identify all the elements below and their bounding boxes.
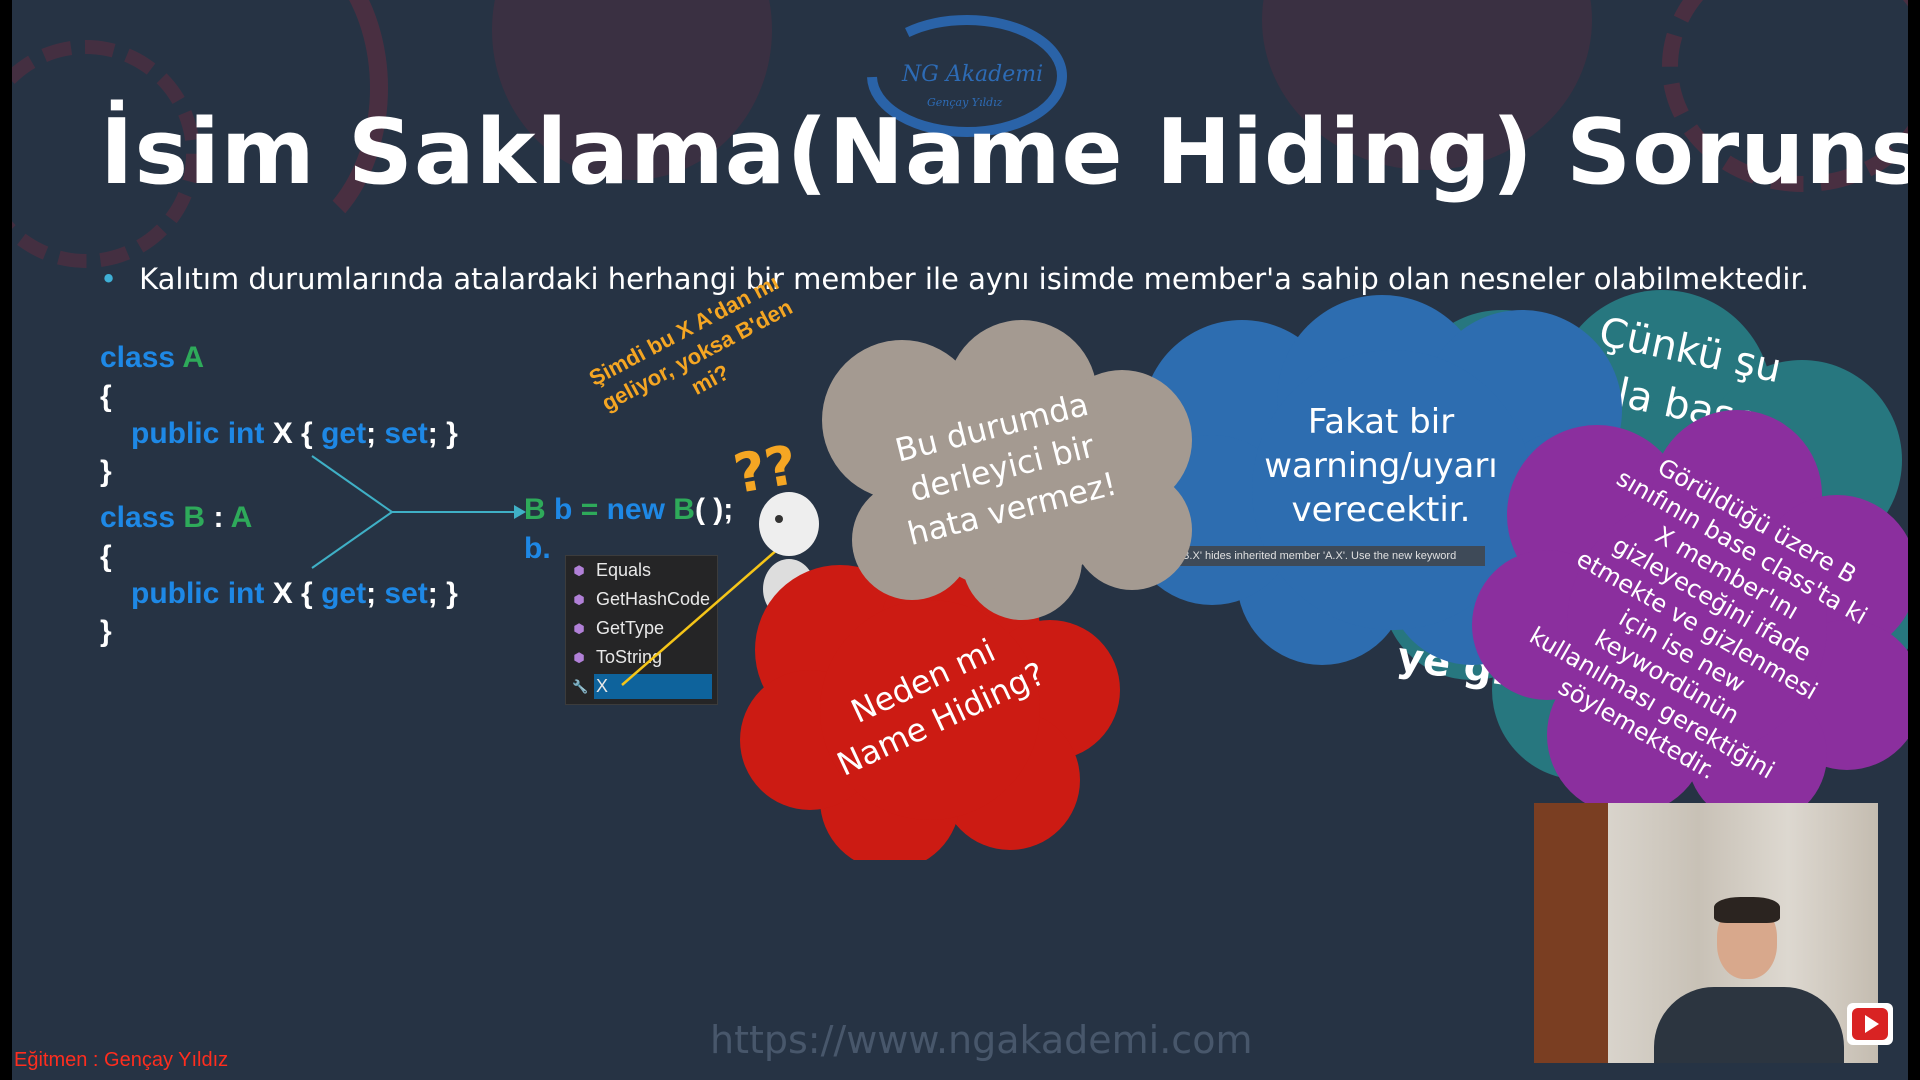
code-member-access: b.: [524, 532, 551, 565]
person: [1654, 897, 1844, 1063]
code-class-b-line: class B : A: [100, 501, 253, 534]
code-brace: {: [100, 380, 112, 413]
slide: NG Akademi Gençay Yıldız İsim Saklama(Na…: [12, 0, 1908, 1080]
youtube-play-icon[interactable]: [1847, 1003, 1893, 1045]
method-cube-icon: ⬢: [573, 649, 585, 665]
code-property-b: public int X { get; set; }: [131, 577, 458, 610]
slide-title: İsim Saklama(Name Hiding) Sorunsalı: [100, 100, 1908, 205]
method-cube-icon: ⬢: [573, 562, 585, 578]
logo-text: NG Akademi: [902, 62, 1044, 87]
bookshelf: [1534, 803, 1608, 1063]
code-brace: {: [100, 540, 112, 573]
method-cube-icon: ⬢: [573, 620, 585, 636]
warning-tooltip: 'B.X' hides inherited member 'A.X'. Use …: [1176, 546, 1485, 566]
instructor-label: Eğitmen : Gençay Yıldız: [14, 1049, 229, 1071]
code-class-a-line: class A: [100, 341, 204, 374]
code-brace: }: [100, 455, 112, 488]
webcam-overlay: [1534, 803, 1878, 1063]
code-brace: }: [100, 615, 112, 648]
website-url: https://www.ngakademi.com: [710, 1018, 1253, 1062]
wrench-icon: 🔧: [572, 678, 589, 694]
method-cube-icon: ⬢: [573, 591, 585, 607]
connector-arrow: [311, 455, 526, 569]
